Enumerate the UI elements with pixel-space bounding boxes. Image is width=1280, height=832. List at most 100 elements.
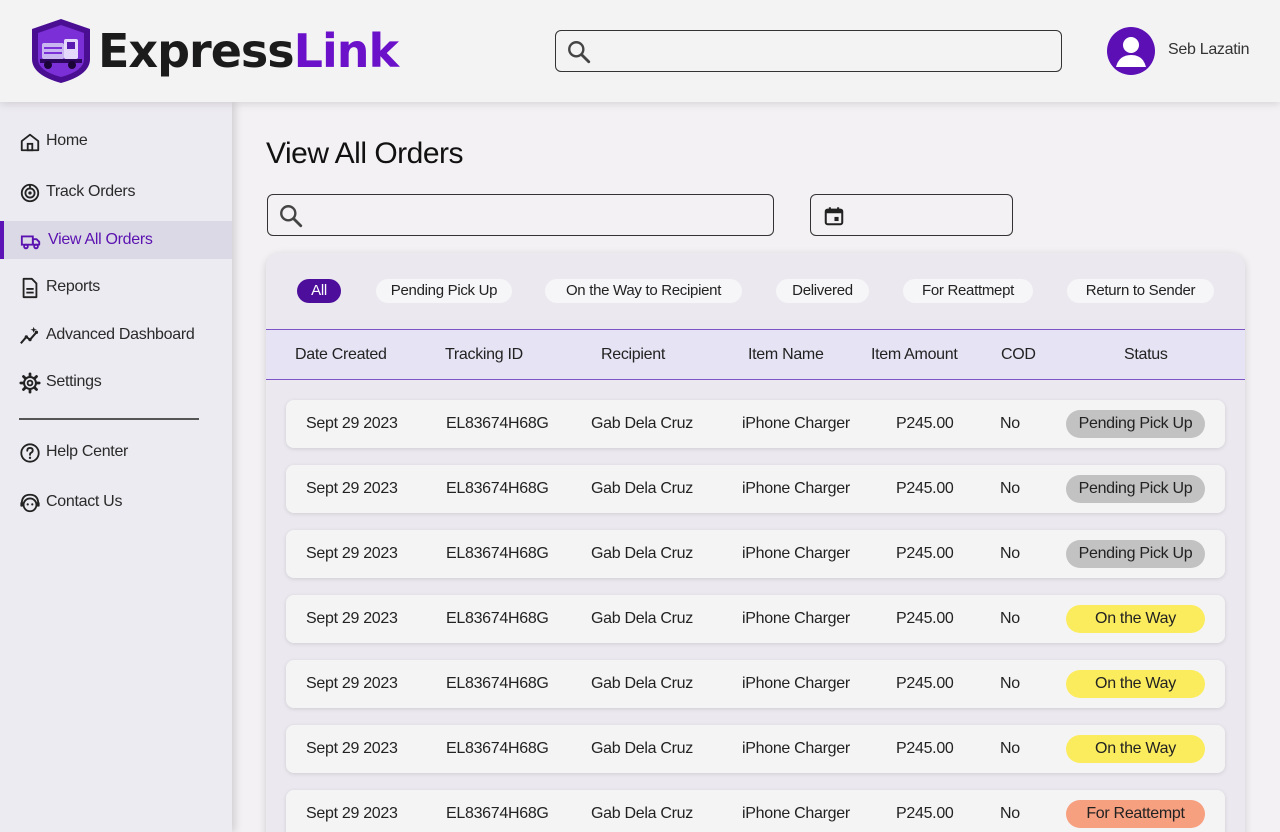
- brand-name: ExpressLink: [98, 24, 399, 78]
- home-icon: [20, 133, 40, 152]
- filter-chip-delivered[interactable]: Delivered: [776, 279, 869, 303]
- sidebar-item-home[interactable]: Home: [0, 122, 232, 160]
- status-badge: On the Way: [1066, 735, 1205, 763]
- sidebar-item-help-center[interactable]: Help Center: [0, 433, 232, 471]
- cell-item-name: iPhone Charger: [742, 545, 850, 562]
- status-badge: On the Way: [1066, 605, 1205, 633]
- cell-date: Sept 29 2023: [306, 610, 398, 627]
- cell-date: Sept 29 2023: [306, 415, 398, 432]
- cell-recipient: Gab Dela Cruz: [591, 740, 693, 757]
- date-filter[interactable]: [810, 194, 1013, 236]
- cell-recipient: Gab Dela Cruz: [591, 805, 693, 822]
- sidebar: Home Track Orders View All Orders Report…: [0, 102, 232, 832]
- cell-cod: No: [1000, 610, 1020, 627]
- table-row[interactable]: Sept 29 2023 EL83674H68G Gab Dela Cruz i…: [286, 660, 1225, 708]
- cell-date: Sept 29 2023: [306, 740, 398, 757]
- sidebar-item-advanced-dashboard[interactable]: Advanced Dashboard: [0, 316, 232, 354]
- cell-item-name: iPhone Charger: [742, 740, 850, 757]
- sidebar-item-label: Track Orders: [46, 183, 136, 200]
- cell-item-amount: P245.00: [896, 740, 954, 757]
- global-search[interactable]: [555, 30, 1062, 72]
- cell-cod: No: [1000, 545, 1020, 562]
- cell-recipient: Gab Dela Cruz: [591, 545, 693, 562]
- status-badge: For Reattempt: [1066, 800, 1205, 828]
- sidebar-item-contact-us[interactable]: Contact Us: [0, 483, 232, 521]
- status-badge: On the Way: [1066, 670, 1205, 698]
- sidebar-divider: [19, 418, 199, 420]
- table-row[interactable]: Sept 29 2023 EL83674H68G Gab Dela Cruz i…: [286, 790, 1225, 832]
- column-header-recipient[interactable]: Recipient: [601, 346, 665, 364]
- cell-item-name: iPhone Charger: [742, 415, 850, 432]
- cell-item-amount: P245.00: [896, 610, 954, 627]
- sidebar-item-label: Home: [46, 132, 88, 149]
- column-header-item-amount[interactable]: Item Amount: [871, 346, 958, 364]
- cell-tracking-id: EL83674H68G: [446, 480, 549, 497]
- cell-item-name: iPhone Charger: [742, 480, 850, 497]
- cell-tracking-id: EL83674H68G: [446, 415, 549, 432]
- column-header-item-name[interactable]: Item Name: [748, 346, 824, 364]
- truck-logo-icon[interactable]: [28, 17, 94, 85]
- cell-cod: No: [1000, 480, 1020, 497]
- global-search-input[interactable]: [600, 37, 1050, 65]
- table-row[interactable]: Sept 29 2023 EL83674H68G Gab Dela Cruz i…: [286, 530, 1225, 578]
- sidebar-item-label: Help Center: [46, 443, 129, 460]
- search-icon: [280, 205, 303, 228]
- cell-cod: No: [1000, 675, 1020, 692]
- cell-recipient: Gab Dela Cruz: [591, 675, 693, 692]
- analytics-icon: [20, 326, 39, 344]
- status-badge: Pending Pick Up: [1066, 540, 1205, 568]
- table-row[interactable]: Sept 29 2023 EL83674H68G Gab Dela Cruz i…: [286, 465, 1225, 513]
- cell-item-amount: P245.00: [896, 480, 954, 497]
- support-agent-icon: [20, 493, 40, 513]
- table-row[interactable]: Sept 29 2023 EL83674H68G Gab Dela Cruz i…: [286, 595, 1225, 643]
- sidebar-item-settings[interactable]: Settings: [0, 363, 232, 401]
- status-badge: Pending Pick Up: [1066, 475, 1205, 503]
- help-icon: [20, 443, 40, 463]
- gear-icon: [19, 372, 41, 394]
- user-icon: [1116, 37, 1146, 67]
- cell-item-amount: P245.00: [896, 415, 954, 432]
- cell-date: Sept 29 2023: [306, 675, 398, 692]
- filter-chip-pending-pick-up[interactable]: Pending Pick Up: [376, 279, 512, 303]
- column-header-status[interactable]: Status: [1124, 346, 1168, 364]
- cell-cod: No: [1000, 805, 1020, 822]
- search-icon: [568, 41, 591, 64]
- sidebar-item-view-all-orders[interactable]: View All Orders: [0, 221, 232, 259]
- filter-chip-for-reattempt[interactable]: For Reattmept: [903, 279, 1033, 303]
- order-search-input[interactable]: [312, 201, 762, 229]
- cell-tracking-id: EL83674H68G: [446, 675, 549, 692]
- cell-recipient: Gab Dela Cruz: [591, 415, 693, 432]
- app-header: ExpressLink Seb Lazatin: [0, 0, 1280, 102]
- status-badge: Pending Pick Up: [1066, 410, 1205, 438]
- cell-item-name: iPhone Charger: [742, 610, 850, 627]
- cell-date: Sept 29 2023: [306, 545, 398, 562]
- order-search[interactable]: [267, 194, 774, 236]
- truck-icon: [20, 235, 41, 250]
- calendar-icon: [824, 207, 844, 226]
- cell-tracking-id: EL83674H68G: [446, 545, 549, 562]
- user-name[interactable]: Seb Lazatin: [1168, 41, 1250, 59]
- cell-recipient: Gab Dela Cruz: [591, 610, 693, 627]
- orders-panel: All Pending Pick Up On the Way to Recipi…: [266, 253, 1245, 832]
- cell-item-amount: P245.00: [896, 675, 954, 692]
- cell-cod: No: [1000, 740, 1020, 757]
- sidebar-item-label: View All Orders: [48, 231, 153, 248]
- track-icon: [20, 183, 40, 203]
- avatar[interactable]: [1107, 27, 1155, 75]
- column-header-date-created[interactable]: Date Created: [295, 346, 387, 364]
- cell-recipient: Gab Dela Cruz: [591, 480, 693, 497]
- column-header-cod[interactable]: COD: [1001, 346, 1036, 364]
- table-row[interactable]: Sept 29 2023 EL83674H68G Gab Dela Cruz i…: [286, 725, 1225, 773]
- cell-date: Sept 29 2023: [306, 805, 398, 822]
- filter-chip-all[interactable]: All: [297, 279, 341, 303]
- sidebar-item-label: Advanced Dashboard: [46, 326, 195, 343]
- sidebar-item-track-orders[interactable]: Track Orders: [0, 173, 232, 211]
- column-header-tracking-id[interactable]: Tracking ID: [445, 346, 523, 364]
- cell-item-name: iPhone Charger: [742, 805, 850, 822]
- table-row[interactable]: Sept 29 2023 EL83674H68G Gab Dela Cruz i…: [286, 400, 1225, 448]
- cell-tracking-id: EL83674H68G: [446, 805, 549, 822]
- filter-chip-return-to-sender[interactable]: Return to Sender: [1067, 279, 1214, 303]
- brand-name-part1: Express: [98, 24, 295, 78]
- filter-chip-on-the-way[interactable]: On the Way to Recipient: [545, 279, 742, 303]
- sidebar-item-reports[interactable]: Reports: [0, 268, 232, 306]
